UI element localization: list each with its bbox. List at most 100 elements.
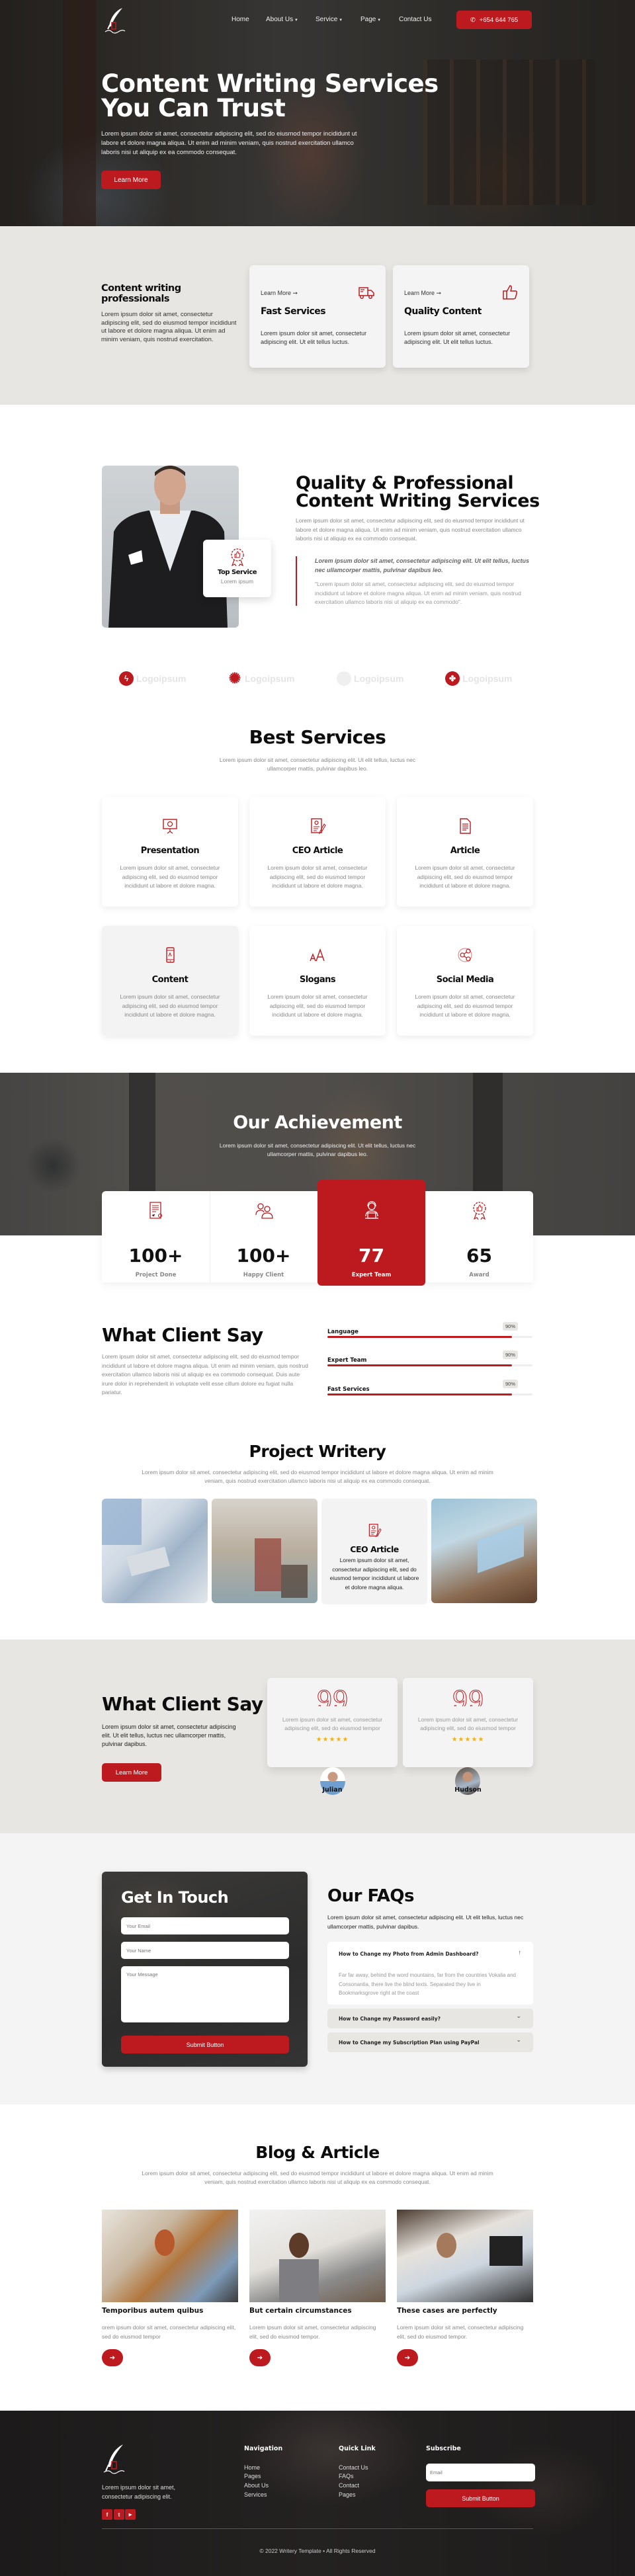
stat-label: Award <box>469 1272 489 1278</box>
star-rating: ★★★★★ <box>316 1736 349 1743</box>
feature-card-fast-services: Learn More ➞ Fast Services Lorem ipsum d… <box>249 265 386 368</box>
copyright-text: © 2022 Writery Template • All Rights Res… <box>259 2548 376 2554</box>
service-card-presentation[interactable]: Presentation Lorem ipsum dolor sit amet,… <box>102 797 238 907</box>
services-subtitle: Lorem ipsum dolor sit amet, consectetur … <box>219 757 416 772</box>
subscribe-email-field[interactable] <box>426 2464 535 2481</box>
skill-fill <box>327 1336 512 1338</box>
presentation-board-icon <box>163 819 177 834</box>
message-field[interactable] <box>121 1966 289 2022</box>
learn-more-link[interactable]: Learn More ➞ <box>261 290 298 297</box>
document-icon <box>460 818 471 834</box>
nav-item-about-us[interactable]: About Us ▾ <box>266 16 298 23</box>
contact-title: Get In Touch <box>121 1888 229 1907</box>
about-quote: "Lorem ipsum dolor sit amet, consectetur… <box>315 581 521 605</box>
faq-item-open[interactable]: How to Change my Photo from Admin Dashbo… <box>327 1942 533 2005</box>
learn-more-link[interactable]: Learn More ➞ <box>404 290 441 297</box>
quill-pen-icon[interactable] <box>102 2443 126 2475</box>
stat-happy-client: 100+ Happy Client <box>210 1191 318 1282</box>
email-field[interactable] <box>121 1917 289 1934</box>
footer-link-about-us[interactable]: About Us <box>244 2482 269 2489</box>
mobile-phone-icon <box>166 947 175 963</box>
stat-value: 100+ <box>236 1245 291 1267</box>
chevron-down-icon: ▾ <box>295 18 298 22</box>
nav-item-page[interactable]: Page ▾ <box>360 16 380 23</box>
blog-post-title[interactable]: Temporibus autem quibus <box>102 2307 203 2315</box>
footer-link-contact-us[interactable]: Contact Us <box>339 2464 368 2471</box>
footer-link-faqs[interactable]: FAQs <box>339 2473 354 2479</box>
name-field[interactable] <box>121 1942 289 1959</box>
project-image-team-meeting[interactable] <box>102 1499 208 1603</box>
partner-logo: Logoipsum <box>337 671 403 686</box>
footer-link-pages-2[interactable]: Pages <box>339 2491 356 2498</box>
project-card-ceo-article[interactable]: CEO Article Lorem ipsum dolor sit amet, … <box>321 1499 427 1604</box>
faq-item[interactable]: How to Change my Subscription Plan using… <box>327 2032 533 2052</box>
blog-post-title[interactable]: But certain circumstances <box>249 2307 352 2315</box>
chevron-down-icon: ▾ <box>339 18 342 22</box>
testimonial-text: Lorem ipsum dolor sit amet, consectetur … <box>282 1716 383 1731</box>
footer-link-services[interactable]: Services <box>244 2491 267 2498</box>
skill-label: Language <box>327 1329 359 1335</box>
twitter-icon[interactable]: t <box>114 2509 124 2520</box>
hero-title: Content Writing Services You Can Trust <box>101 71 439 120</box>
quote-icon: 99 <box>452 1688 484 1706</box>
footer-link-home[interactable]: Home <box>244 2464 260 2471</box>
nav-item-service[interactable]: Service ▾ <box>316 16 342 23</box>
stat-label: Project Done <box>135 1272 177 1278</box>
document-pen-icon <box>311 818 326 835</box>
chevron-down-icon: ▾ <box>378 18 380 22</box>
star-rating: ★★★★★ <box>451 1736 485 1743</box>
nav-item-contact-us[interactable]: Contact Us <box>399 16 431 23</box>
facebook-icon[interactable]: f <box>102 2509 112 2520</box>
project-image-office-team[interactable] <box>212 1499 318 1603</box>
project-image-workspace[interactable] <box>431 1499 537 1603</box>
youtube-icon[interactable]: ▶ <box>125 2509 136 2520</box>
service-card-slogans[interactable]: Slogans Lorem ipsum dolor sit amet, cons… <box>249 926 386 1036</box>
testimonial-text: Lorem ipsum dolor sit amet, consectetur … <box>417 1716 519 1731</box>
blog-post-title[interactable]: These cases are perfectly <box>397 2307 497 2315</box>
about-title-line-2: Content Writing Services <box>296 491 540 511</box>
blog-image[interactable] <box>397 2210 533 2302</box>
blog-image[interactable] <box>249 2210 386 2302</box>
testimonials-learn-more-button[interactable]: Learn More <box>102 1763 161 1782</box>
arrow-right-icon[interactable]: ➔ <box>102 2349 123 2366</box>
phone-icon: ✆ <box>470 16 476 24</box>
footer-link-pages[interactable]: Pages <box>244 2473 261 2479</box>
arrow-right-icon[interactable]: ➔ <box>249 2349 271 2366</box>
service-card-social-media[interactable]: Social Media Lorem ipsum dolor sit amet,… <box>397 926 533 1036</box>
sunburst-icon: ✺ <box>228 670 241 686</box>
project-card-text: Lorem ipsum dolor sit amet, consectetur … <box>329 1557 419 1591</box>
footer-subscribe-heading: Subscribe <box>426 2445 461 2452</box>
service-card-article[interactable]: Article Lorem ipsum dolor sit amet, cons… <box>397 797 533 907</box>
feature-title: Fast Services <box>261 306 326 317</box>
testimonial-card: 99 Lorem ipsum dolor sit amet, consectet… <box>403 1678 533 1767</box>
stats-panel: 100+ Project Done 100+ Happy Client 77 E… <box>102 1180 533 1286</box>
partner-name: Logoipsum <box>136 673 187 684</box>
top-service-title: Top Service <box>217 569 257 576</box>
blog-image[interactable] <box>102 2210 238 2302</box>
skill-bar-fast-services: Fast Services 90% <box>327 1380 532 1395</box>
testimonial-name: Julian <box>322 1786 343 1794</box>
testimonial-name: Hudson <box>454 1786 482 1794</box>
arrow-right-icon[interactable]: ➔ <box>397 2349 418 2366</box>
service-title: Social Media <box>436 975 494 985</box>
contact-submit-button[interactable]: Submit Button <box>121 2036 289 2054</box>
nav-item-home[interactable]: Home <box>232 16 249 23</box>
quill-pen-icon[interactable] <box>103 7 126 34</box>
delivery-truck-icon <box>359 287 374 299</box>
stat-expert-team: 77 Expert Team <box>318 1180 425 1286</box>
feature-card-quality-content: Learn More ➞ Quality Content Lorem ipsum… <box>393 265 529 368</box>
service-card-content[interactable]: Content Lorem ipsum dolor sit amet, cons… <box>102 926 238 1036</box>
hero-learn-more-button[interactable]: Learn More <box>101 171 161 189</box>
support-agent-icon <box>364 1201 378 1219</box>
footer-link-contact[interactable]: Contact <box>339 2482 359 2489</box>
faq-item[interactable]: How to Change my Password easily? ⌄ <box>327 2009 533 2028</box>
phone-button[interactable]: ✆ +654 644 765 <box>456 11 532 29</box>
faq-answer: Far far away, behind the word mountains,… <box>339 1972 516 1996</box>
skill-percent: 90% <box>502 1350 518 1359</box>
skills-title: What Client Say <box>102 1324 263 1346</box>
testimonials-text: Lorem ipsum dolor sit amet, consectetur … <box>102 1724 236 1747</box>
subscribe-submit-button[interactable]: Submit Button <box>426 2489 535 2507</box>
service-card-ceo-article[interactable]: CEO Article Lorem ipsum dolor sit amet, … <box>249 797 386 907</box>
stat-project-done: 100+ Project Done <box>102 1191 210 1282</box>
quote-icon: 99 <box>316 1688 349 1706</box>
